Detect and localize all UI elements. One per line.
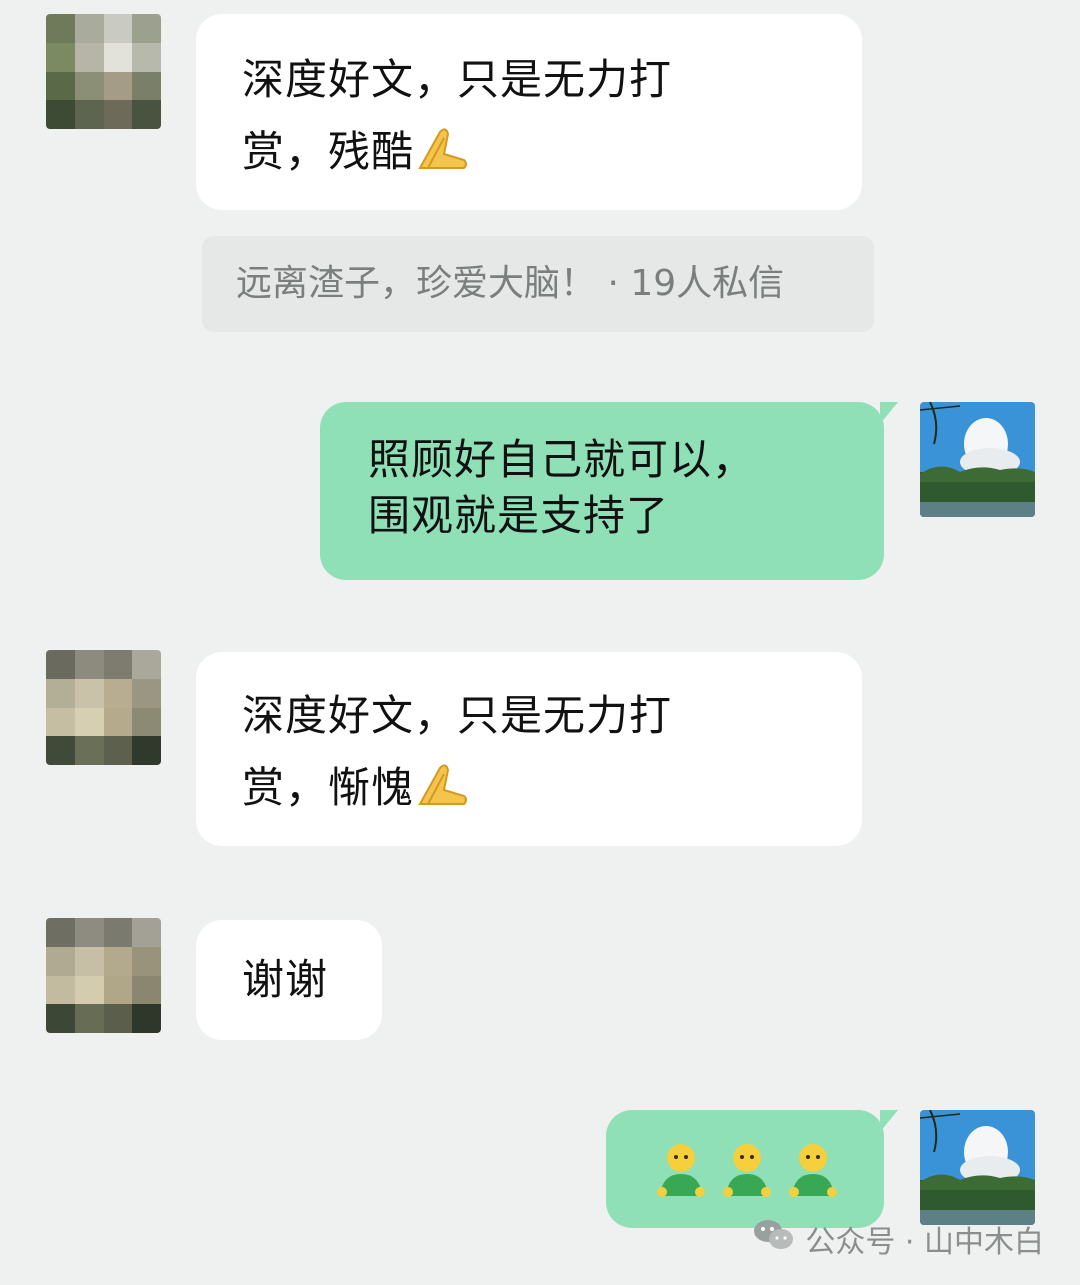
message-bubble-outgoing[interactable]: 照顾好自己就可以， 围观就是支持了 <box>320 402 898 580</box>
wechat-icon <box>753 1218 795 1260</box>
message-bubble-incoming[interactable]: 谢谢 <box>196 920 382 1040</box>
message-bubble-incoming[interactable]: 深度好文，只是无力打 赏，残酷 <box>196 14 862 210</box>
quote-reference[interactable]: 远离渣子，珍爱大脑！ · 19人私信 <box>202 236 874 332</box>
sender-avatar[interactable] <box>46 650 161 765</box>
person-emoji-icon <box>718 1140 776 1198</box>
person-emoji-icon <box>784 1140 842 1198</box>
message-bubble-outgoing[interactable] <box>606 1110 898 1228</box>
message-text: 谢谢 <box>242 955 329 1004</box>
message-text: 照顾好自己就可以， 围观就是支持了 <box>368 435 756 540</box>
message-bubble-incoming[interactable]: 深度好文，只是无力打 赏，惭愧 <box>196 652 862 846</box>
chat-screen: { "messages": [ {"text": "深度好文，只是无力打\n赏，… <box>0 0 1080 1285</box>
self-avatar[interactable] <box>920 402 1035 517</box>
sender-avatar[interactable] <box>46 918 161 1033</box>
self-avatar[interactable] <box>920 1110 1035 1225</box>
pray-emoji-icon <box>414 758 470 806</box>
watermark: 公众号 · 山中木白 <box>753 1217 1044 1261</box>
message-text: 深度好文，只是无力打 赏，残酷 <box>242 55 673 176</box>
quote-text: 远离渣子，珍爱大脑！ · 19人私信 <box>236 263 785 304</box>
watermark-label: 公众号 · 山中木白 <box>805 1225 1044 1260</box>
sender-avatar[interactable] <box>46 14 161 129</box>
message-text: 深度好文，只是无力打 赏，惭愧 <box>242 691 673 812</box>
person-emoji-icon <box>652 1140 710 1198</box>
pray-emoji-icon <box>414 122 470 170</box>
